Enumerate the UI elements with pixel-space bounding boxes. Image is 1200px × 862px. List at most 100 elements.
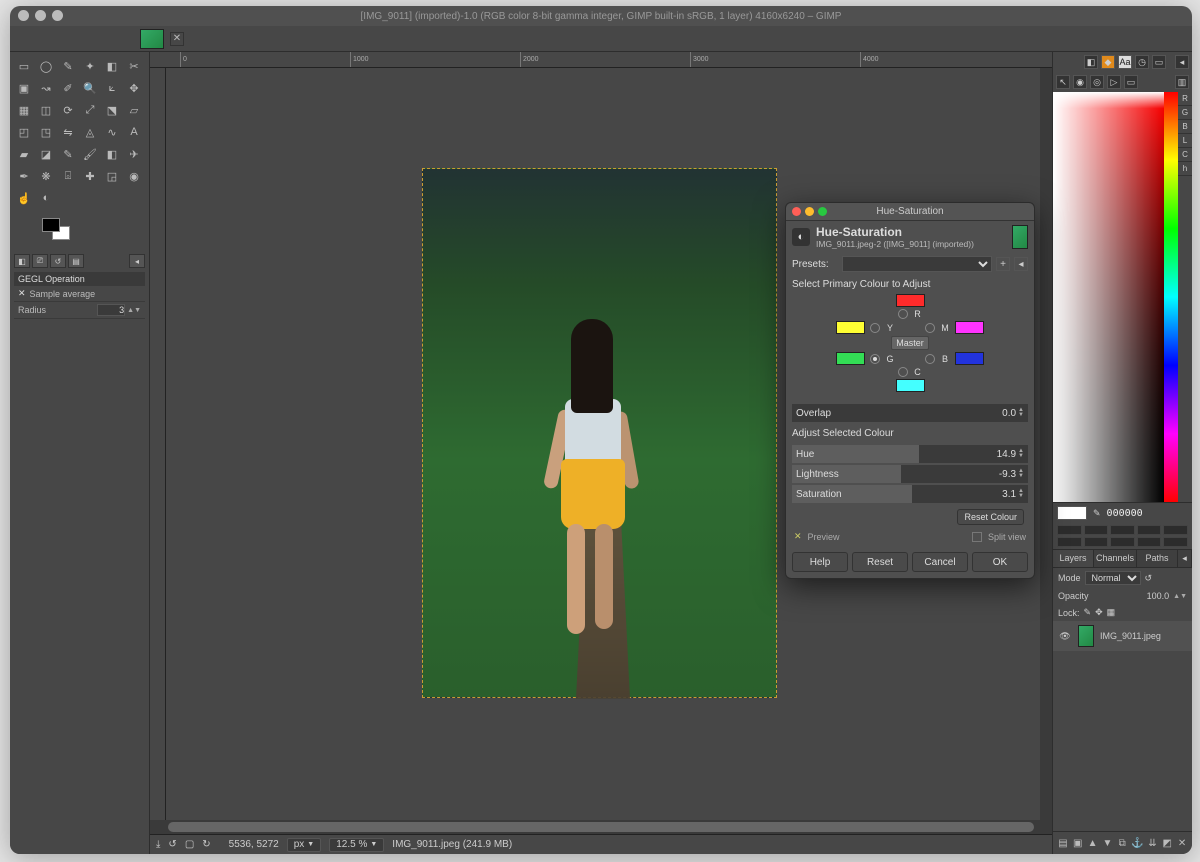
channel-G[interactable]: G (1178, 106, 1192, 120)
lock-position-icon[interactable]: ✥ (1095, 607, 1103, 618)
unit-selector[interactable]: px ▼ (287, 838, 322, 852)
ruler-vertical[interactable] (150, 68, 166, 820)
by-color-select-tool-icon[interactable]: ◧ (102, 56, 122, 76)
blend-mode-select[interactable]: Normal (1085, 571, 1141, 585)
dash-tab-icon[interactable]: ▭ (1124, 75, 1138, 89)
mypaint-tool-icon[interactable]: ❋ (36, 166, 56, 186)
opacity-spinner-icon[interactable]: ▲▼ (1173, 593, 1187, 600)
horizontal-scrollbar[interactable] (150, 820, 1052, 834)
gradient-tool-icon[interactable]: ◪ (36, 144, 56, 164)
channel-R[interactable]: R (1178, 92, 1192, 106)
paths-tool-icon[interactable]: ↝ (36, 78, 56, 98)
raise-layer-icon[interactable]: ▲ (1087, 836, 1099, 850)
dodge-tool-icon[interactable]: ◐ (36, 188, 56, 208)
channel-h[interactable]: h (1178, 162, 1192, 176)
zoom-selector[interactable]: 12.5 %▼ (329, 838, 384, 852)
tab-channels[interactable]: Channels (1094, 550, 1137, 567)
saturation-spinner-icon[interactable]: ▲▼ (1018, 489, 1024, 499)
fg-color-swatch[interactable] (42, 218, 60, 232)
tab-images-icon[interactable]: ▤ (68, 254, 84, 268)
lightness-slider[interactable]: Lightness -9.3▲▼ (792, 465, 1028, 483)
align-tool-icon[interactable]: ▦ (14, 100, 34, 120)
heal-tool-icon[interactable]: ✚ (80, 166, 100, 186)
paintbrush-tool-icon[interactable]: 🖌 (80, 144, 100, 164)
help-button[interactable]: Help (792, 552, 848, 572)
redo-icon[interactable]: ↻ (202, 839, 210, 850)
tab-device-status-icon[interactable]: ⎚ (32, 254, 48, 268)
unified-transform-tool-icon[interactable]: ◰ (14, 122, 34, 142)
dialog-minimize-icon[interactable] (805, 207, 814, 216)
eraser-tool-icon[interactable]: ◧ (102, 144, 122, 164)
save-icon[interactable]: ⤓ (156, 839, 160, 850)
preset-menu-icon[interactable]: ◂ (1014, 257, 1028, 271)
brushes-tab-icon[interactable]: ◧ (1084, 55, 1098, 69)
eyedropper-icon[interactable]: ✎ (1093, 508, 1101, 519)
dock2-menu-icon[interactable]: ▥ (1175, 75, 1189, 89)
cancel-button[interactable]: Cancel (912, 552, 968, 572)
ok-button[interactable]: OK (972, 552, 1028, 572)
saturation-slider[interactable]: Saturation 3.1▲▼ (792, 485, 1028, 503)
move-tool-icon[interactable]: ✥ (124, 78, 144, 98)
lightness-spinner-icon[interactable]: ▲▼ (1018, 469, 1024, 479)
measure-tool-icon[interactable]: ⟀ (102, 78, 122, 98)
zoom-tool-icon[interactable]: 🔍 (80, 78, 100, 98)
foreground-select-tool-icon[interactable]: ▣ (14, 78, 34, 98)
swatch-yellow[interactable] (836, 321, 865, 334)
dock-menu-icon[interactable]: ◂ (1175, 55, 1189, 69)
dialog-zoom-icon[interactable] (818, 207, 827, 216)
add-preset-icon[interactable]: + (996, 257, 1010, 271)
vertical-scrollbar[interactable] (1040, 68, 1052, 820)
warp-tool-icon[interactable]: ∿ (102, 122, 122, 142)
swatch-red[interactable] (896, 294, 925, 307)
tab-layers[interactable]: Layers (1053, 550, 1094, 567)
pencil-tool-icon[interactable]: ✎ (58, 144, 78, 164)
delete-layer-icon[interactable]: ✕ (1176, 836, 1188, 850)
radio-magenta[interactable] (925, 323, 935, 333)
reset-button[interactable]: Reset (852, 552, 908, 572)
crop-tool-icon[interactable]: ◫ (36, 100, 56, 120)
cancel-icon[interactable]: ▢ (185, 839, 194, 850)
hex-value[interactable]: 000000 (1107, 508, 1143, 519)
new-group-icon[interactable]: ▣ (1072, 836, 1084, 850)
radio-blue[interactable] (925, 354, 935, 364)
bucket-fill-tool-icon[interactable]: ▰ (14, 144, 34, 164)
ink-tool-icon[interactable]: ✒ (14, 166, 34, 186)
swatch-magenta[interactable] (955, 321, 984, 334)
radius-spinner-icon[interactable]: ▲▼ (127, 307, 141, 314)
rotate-tool-icon[interactable]: ⟳ (58, 100, 78, 120)
undo-tab-icon[interactable]: ▷ (1107, 75, 1121, 89)
tab-tool-options-icon[interactable]: ◧ (14, 254, 30, 268)
sample-average-row[interactable]: ✕ Sample average (14, 286, 145, 302)
radio-yellow[interactable] (870, 323, 880, 333)
mode-reset-icon[interactable]: ↺ (1145, 573, 1153, 584)
layer-row[interactable]: 👁 IMG_9011.jpeg (1053, 621, 1192, 651)
lock-alpha-icon[interactable]: ▦ (1107, 607, 1116, 618)
nav-tab-icon[interactable]: ◎ (1090, 75, 1104, 89)
hue-spinner-icon[interactable]: ▲▼ (1018, 449, 1024, 459)
fg-bg-colors[interactable] (42, 218, 78, 246)
handle-transform-tool-icon[interactable]: ◳ (36, 122, 56, 142)
radio-green[interactable] (870, 354, 880, 364)
flip-tool-icon[interactable]: ⇋ (58, 122, 78, 142)
color-gradient-field[interactable] (1053, 92, 1164, 502)
layer-name-label[interactable]: IMG_9011.jpeg (1100, 631, 1161, 641)
close-tab-icon[interactable]: ✕ (170, 32, 184, 46)
pointer-tab-icon[interactable]: ↖ (1056, 75, 1070, 89)
channel-L[interactable]: L (1178, 134, 1192, 148)
panel-menu-icon[interactable]: ◂ (129, 254, 145, 268)
duplicate-layer-icon[interactable]: ⧉ (1116, 836, 1128, 850)
fonts-tab-icon[interactable]: Aa (1118, 55, 1132, 69)
swatch-green[interactable] (836, 352, 865, 365)
patterns-tab-icon[interactable]: ◆ (1101, 55, 1115, 69)
lower-layer-icon[interactable]: ▼ (1101, 836, 1113, 850)
scale-tool-icon[interactable]: ⤢ (80, 100, 100, 120)
close-option-icon[interactable]: ✕ (18, 288, 26, 299)
overlap-spinner-icon[interactable]: ▲▼ (1018, 408, 1024, 418)
dialog-titlebar[interactable]: Hue-Saturation (786, 203, 1034, 221)
color-picker-tool-icon[interactable]: ✐ (58, 78, 78, 98)
ellipse-select-tool-icon[interactable]: ◯ (36, 56, 56, 76)
swatch-cyan[interactable] (896, 379, 925, 392)
radio-red[interactable] (898, 309, 908, 319)
free-select-tool-icon[interactable]: ✎ (58, 56, 78, 76)
lock-pixels-icon[interactable]: ✎ (1084, 607, 1092, 618)
